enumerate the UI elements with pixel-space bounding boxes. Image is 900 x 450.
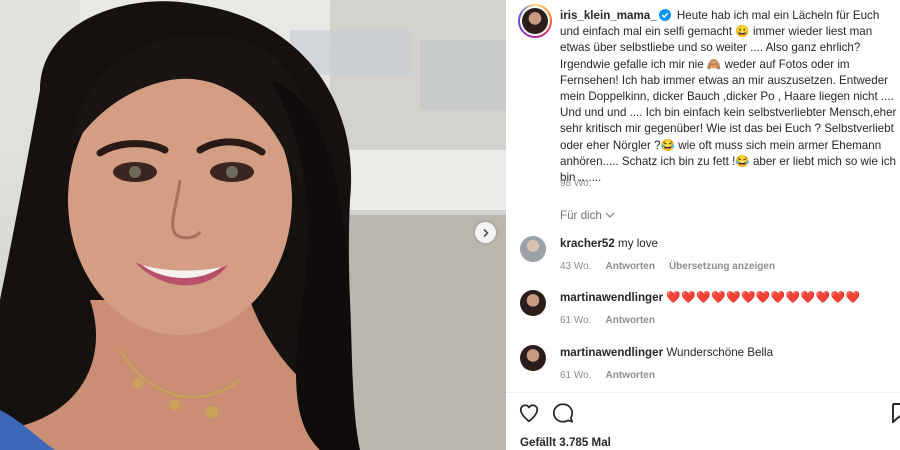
comment-time: 61 Wo. <box>560 315 592 326</box>
post-actions <box>518 402 574 429</box>
comment-text: Wunderschöne Bella <box>666 346 774 359</box>
comment-item: martinawendlinger Wunderschöne Bella 61 … <box>520 345 900 383</box>
save-button[interactable] <box>892 403 900 428</box>
caption-body: Heute hab ich mal ein Lächeln für Euch u… <box>560 9 897 185</box>
bookmark-icon <box>892 403 900 425</box>
like-button[interactable] <box>518 402 540 429</box>
like-count[interactable]: Gefällt 3.785 Mal <box>520 436 611 449</box>
comment-text: ❤️❤️❤️❤️❤️❤️❤️❤️❤️❤️❤️❤️❤️ <box>666 291 861 304</box>
translate-label: Für dich <box>560 209 602 222</box>
reply-button[interactable]: Antworten <box>606 368 655 383</box>
avatar[interactable] <box>520 236 546 262</box>
chevron-right-icon <box>482 228 489 237</box>
post-details-panel: iris_klein_mama_ Heute hab ich mal ein L… <box>506 0 900 450</box>
selfie-image <box>0 0 506 450</box>
chevron-down-icon <box>605 212 615 218</box>
author-username[interactable]: iris_klein_mama_ <box>560 9 657 22</box>
translate-toggle[interactable]: Für dich <box>560 209 615 222</box>
comment-username[interactable]: martinawendlinger <box>560 291 663 304</box>
caption-text: iris_klein_mama_ Heute hab ich mal ein L… <box>560 8 898 186</box>
comment-button[interactable] <box>552 402 574 429</box>
reply-button[interactable]: Antworten <box>606 259 655 274</box>
verified-badge-icon <box>658 9 671 21</box>
avatar[interactable] <box>520 345 546 371</box>
comment-icon <box>552 403 574 423</box>
reply-button[interactable]: Antworten <box>606 313 655 328</box>
post-time: 98 Wo. <box>560 178 592 189</box>
comment-text: my love <box>618 237 658 250</box>
divider <box>506 392 900 393</box>
comment-item: martinawendlinger ❤️❤️❤️❤️❤️❤️❤️❤️❤️❤️❤️… <box>520 290 900 328</box>
avatar[interactable] <box>520 290 546 316</box>
show-translation-button[interactable]: Übersetzung anzeigen <box>669 259 775 274</box>
comment-username[interactable]: kracher52 <box>560 237 615 250</box>
next-image-button[interactable] <box>475 222 496 243</box>
author-avatar[interactable] <box>518 4 552 38</box>
heart-icon <box>519 404 539 423</box>
comment-item: kracher52 my love 43 Wo. Antworten Übers… <box>520 236 900 274</box>
post-photo[interactable] <box>0 0 506 450</box>
caption: iris_klein_mama_ Heute hab ich mal ein L… <box>518 4 900 186</box>
comment-username[interactable]: martinawendlinger <box>560 346 663 359</box>
comment-time: 61 Wo. <box>560 370 592 381</box>
comment-time: 43 Wo. <box>560 261 592 272</box>
